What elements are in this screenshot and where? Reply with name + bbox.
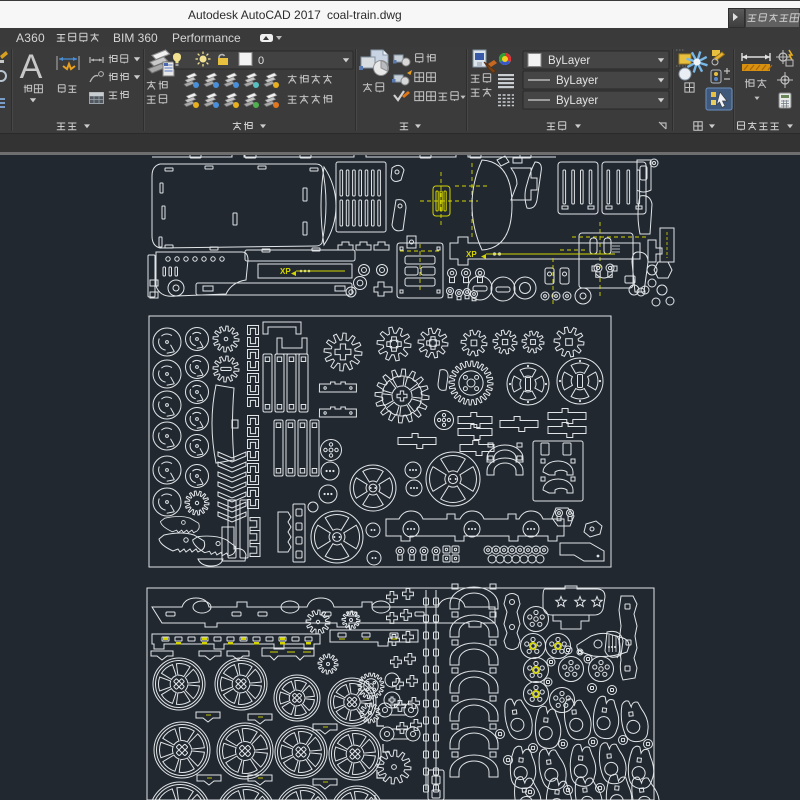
svg-text:ByLayer: ByLayer xyxy=(556,95,598,107)
svg-text:ByLayer: ByLayer xyxy=(556,75,598,87)
svg-text:XP: XP xyxy=(280,267,291,276)
svg-text:A: A xyxy=(20,48,43,86)
svg-text:0: 0 xyxy=(258,55,264,67)
svg-text:ByLayer: ByLayer xyxy=(548,55,590,67)
svg-text:XP: XP xyxy=(466,250,477,259)
